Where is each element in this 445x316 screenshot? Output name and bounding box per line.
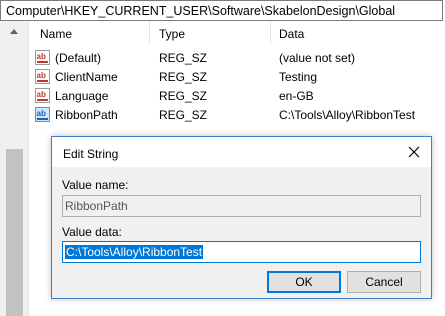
value-data-label: Value data: [62, 225, 122, 239]
address-bar[interactable]: Computer\HKEY_CURRENT_USER\Software\Skab… [0, 0, 443, 21]
list-item[interactable]: ab (Default) REG_SZ (value not set) [29, 48, 445, 67]
column-header: Name Type Data [29, 21, 445, 44]
row-name: (Default) [55, 51, 102, 65]
row-name: ClientName [55, 70, 118, 84]
column-data-header[interactable]: Data [279, 27, 304, 41]
ab-string-icon: ab [35, 107, 50, 122]
column-type-header[interactable]: Type [159, 27, 185, 41]
value-data-text: C:\Tools\Alloy\RibbonTest [65, 245, 204, 259]
row-data: (value not set) [279, 51, 356, 65]
list-item[interactable]: ab ClientName REG_SZ Testing [29, 67, 445, 86]
svg-text:ab: ab [37, 52, 46, 61]
value-name-label: Value name: [62, 178, 129, 192]
ab-string-icon: ab [35, 50, 50, 65]
scroll-up-arrow-icon[interactable] [10, 29, 18, 34]
row-data: C:\Tools\Alloy\RibbonTest [279, 108, 416, 122]
row-name: RibbonPath [55, 108, 118, 122]
list-item[interactable]: ab RibbonPath REG_SZ C:\Tools\Alloy\Ribb… [29, 105, 445, 124]
svg-text:ab: ab [37, 71, 46, 80]
value-data-input[interactable]: C:\Tools\Alloy\RibbonTest [62, 241, 421, 263]
dialog-title: Edit String [63, 147, 119, 161]
address-path: Computer\HKEY_CURRENT_USER\Software\Skab… [6, 4, 396, 18]
value-name-field[interactable]: RibbonPath [62, 195, 421, 217]
column-name-header[interactable]: Name [40, 27, 72, 41]
row-name: Language [55, 89, 109, 103]
list-item[interactable]: ab Language REG_SZ en-GB [29, 86, 445, 105]
column-divider[interactable] [149, 21, 150, 44]
ok-button[interactable]: OK [267, 271, 341, 293]
tree-scrollbar[interactable] [0, 21, 28, 316]
cancel-button[interactable]: Cancel [347, 271, 421, 293]
row-type: REG_SZ [159, 108, 208, 122]
svg-text:ab: ab [37, 109, 46, 118]
value-name-text: RibbonPath [65, 199, 128, 213]
row-type: REG_SZ [159, 51, 208, 65]
svg-text:ab: ab [37, 90, 46, 99]
row-data: Testing [279, 70, 318, 84]
close-icon[interactable] [405, 143, 423, 161]
row-type: REG_SZ [159, 70, 208, 84]
column-divider[interactable] [270, 21, 271, 44]
row-data: en-GB [279, 89, 314, 103]
edit-string-dialog: Edit String Value name: RibbonPath Value… [51, 136, 432, 299]
ab-string-icon: ab [35, 88, 50, 103]
ab-string-icon: ab [35, 69, 50, 84]
row-type: REG_SZ [159, 89, 208, 103]
dialog-body: Value name: RibbonPath Value data: C:\To… [52, 167, 431, 298]
scrollbar-thumb[interactable] [6, 149, 23, 316]
